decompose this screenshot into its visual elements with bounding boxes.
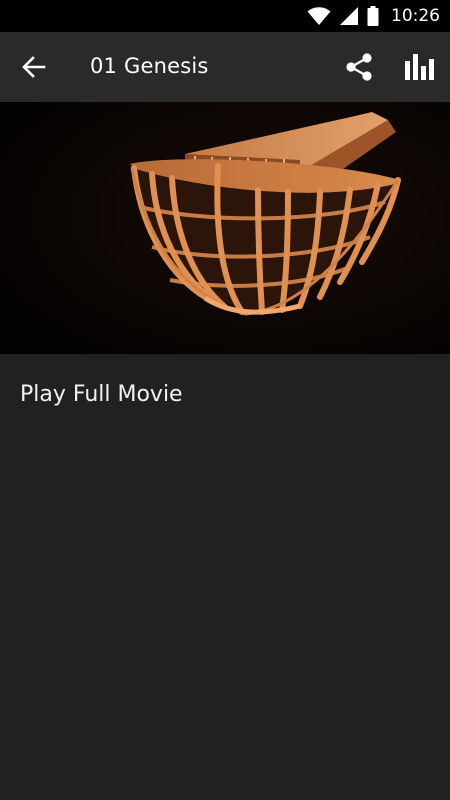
status-bar: 10:26	[0, 0, 450, 32]
signal-icon	[340, 7, 358, 25]
ark-model-image	[0, 102, 450, 354]
bar-chart-icon[interactable]	[404, 52, 436, 82]
battery-icon	[367, 6, 379, 26]
status-clock: 10:26	[391, 6, 440, 26]
share-icon[interactable]	[344, 52, 374, 82]
wifi-icon	[307, 7, 331, 25]
play-full-movie-link[interactable]: Play Full Movie	[20, 382, 183, 407]
page-title: 01 Genesis	[90, 54, 209, 78]
app-bar: 01 Genesis	[0, 32, 450, 102]
video-thumbnail[interactable]	[0, 102, 450, 354]
arrow-back-icon[interactable]	[20, 53, 48, 81]
